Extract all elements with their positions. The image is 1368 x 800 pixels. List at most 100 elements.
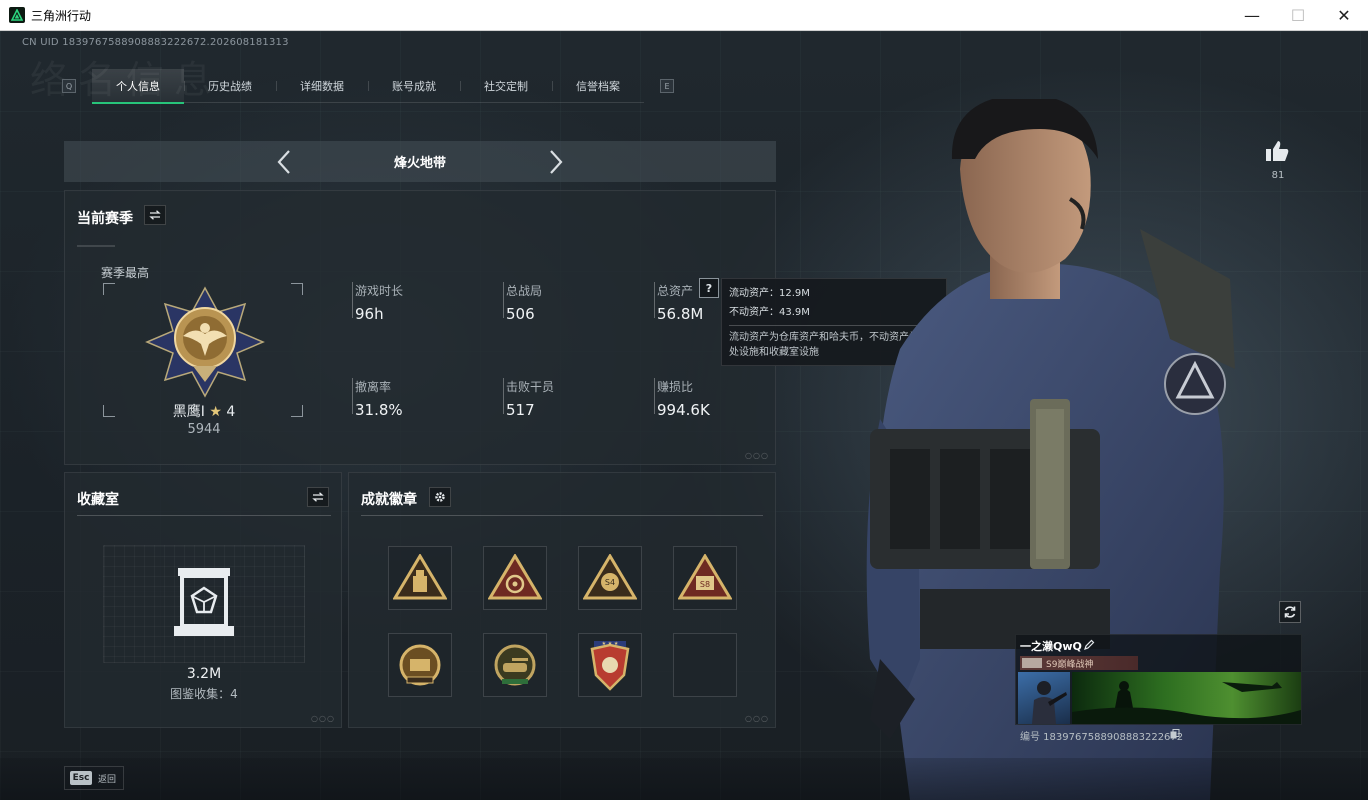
player-rank-badge: S9巅峰战神 [1020,656,1138,670]
avatar[interactable] [1018,672,1070,724]
stat-value: 994.6K [657,401,710,419]
collection-switch-button[interactable] [307,487,329,507]
triangle-ammo-badge-icon [393,554,447,600]
badge-slot-1[interactable] [388,546,452,610]
rank-badge-icon [145,286,265,398]
rank-score: 5944 [187,422,221,437]
season-best-label: 赛季最高 [101,266,150,280]
mode-name: 烽火地带 [393,156,446,171]
thumbs-up-icon[interactable] [1264,139,1290,163]
tabs: 个人信息 历史战绩 详细数据 账号成就 社交定制 信誉档案 [92,69,644,104]
collection-title: 收藏室 [77,492,119,508]
triangle-target-badge-icon [488,554,542,600]
season-title: 当前赛季 [77,211,133,227]
season-panel: 当前赛季 赛季最高 黑鹰Ⅰ ★ 4 5944 游戏时长 96h 总战局 506 … [64,190,776,465]
panel-corner-dots: ○○○ [745,451,769,460]
stat-label: 撤离率 [355,380,392,394]
collection-panel: 收藏室 3.2M 图鉴收集：4 ○○○ [64,472,342,728]
round-tank-badge-icon [494,644,536,686]
tab-reputation[interactable]: 信誉档案 [552,69,644,103]
frame-corner [291,283,303,295]
achievements-settings-button[interactable] [429,487,451,507]
stat-operators-defeated: 击败干员 517 [503,378,555,419]
tab-detailed-data[interactable]: 详细数据 [276,69,368,103]
chevron-left-icon [277,150,290,174]
tab-next-key-hint[interactable]: E [660,79,674,93]
refresh-button[interactable] [1279,601,1301,623]
season-title-decoration [77,245,115,247]
achievements-title: 成就徽章 [361,492,417,508]
stat-label: 游戏时长 [355,284,404,298]
back-button[interactable]: Esc 返回 [64,766,124,790]
copy-icon[interactable] [1170,729,1180,739]
season-switch-button[interactable] [144,205,166,225]
stat-label: 总资产 [657,284,694,298]
player-banner-image [1072,672,1301,724]
badge-slot-2[interactable] [483,546,547,610]
panel-corner-dots: ○○○ [311,714,335,723]
stat-value: 506 [506,305,535,323]
esc-key-hint: Esc [70,771,92,785]
rank-name-text: 黑鹰Ⅰ [172,404,205,420]
stat-extract-rate: 撤离率 31.8% [352,378,403,419]
rank-star-icon: ★ [209,404,222,420]
player-name: 一之濑QwQ [1020,640,1082,653]
maximize-button[interactable]: ☐ [1275,0,1321,31]
badge-label-s8: S8 [700,580,710,589]
player-card[interactable]: 一之濑QwQ S9巅峰战神 [1015,634,1302,725]
mode-next-button[interactable] [542,148,570,176]
stat-value: 31.8% [355,401,403,419]
collection-title-divider [77,515,331,516]
stat-playtime: 游戏时长 96h [352,282,404,323]
window-titlebar: 三角洲行动 — ☐ ✕ [0,0,1368,31]
tab-history[interactable]: 历史战绩 [184,69,276,103]
badge-slot-7[interactable]: ★ ★ ★ [578,633,642,697]
stat-value: 517 [506,401,535,419]
refresh-icon [1284,606,1296,618]
mode-prev-button[interactable] [270,148,298,176]
stat-total-matches: 总战局 506 [503,282,543,323]
stat-value: 96h [355,305,384,323]
tab-bar: Q 个人信息 历史战绩 详细数据 账号成就 社交定制 信誉档案 E [62,69,674,104]
tab-personal-info[interactable]: 个人信息 [92,69,184,104]
stat-label: 赚损比 [657,380,694,394]
collection-count: 图鉴收集：4 [170,687,238,701]
rank-name: 黑鹰Ⅰ ★ 4 [145,401,263,421]
stat-total-assets: 总资产 56.8M [654,282,703,323]
minimize-button[interactable]: — [1229,0,1275,31]
game-viewport: 络名信息 CN UID 1839767588908883222672.20260… [0,31,1368,800]
avatar-figure-icon [1032,681,1067,724]
tab-prev-key-hint[interactable]: Q [62,79,76,93]
badge-slot-6[interactable] [483,633,547,697]
tab-achievements[interactable]: 账号成就 [368,69,460,103]
frame-corner [103,405,115,417]
badge-slot-empty[interactable] [673,633,737,697]
back-label: 返回 [98,774,117,785]
swap-icon [149,210,161,220]
triangle-s8-badge-icon: S8 [678,554,732,600]
stat-value: 56.8M [657,305,704,323]
round-crest-badge-icon [399,644,441,686]
stat-profit-loss-ratio: 赚损比 994.6K [654,378,710,419]
achievements-title-divider [361,515,763,516]
triangle-s4-badge-icon: S4 [583,554,637,600]
tab-social[interactable]: 社交定制 [460,69,552,103]
edit-name-icon[interactable] [1083,639,1095,651]
frame-corner [103,283,115,295]
mode-selector: 烽火地带 [64,141,776,182]
badge-slot-4[interactable]: S8 [673,546,737,610]
chevron-right-icon [550,150,563,174]
badge-slot-3[interactable]: S4 [578,546,642,610]
rank-stars-count: 4 [226,404,236,420]
close-button[interactable]: ✕ [1321,0,1367,31]
uid-text: CN UID 1839767588908883222672.2026081813… [22,37,289,48]
stat-label: 总战局 [506,284,543,298]
stat-label: 击败干员 [506,380,555,394]
gear-icon [435,492,445,502]
like-count: 81 [1271,170,1285,181]
badge-slot-5[interactable] [388,633,452,697]
vault-icon[interactable] [172,566,236,638]
swap-icon [312,492,324,502]
frame-corner [291,405,303,417]
assets-help-icon[interactable]: ? [699,278,719,298]
